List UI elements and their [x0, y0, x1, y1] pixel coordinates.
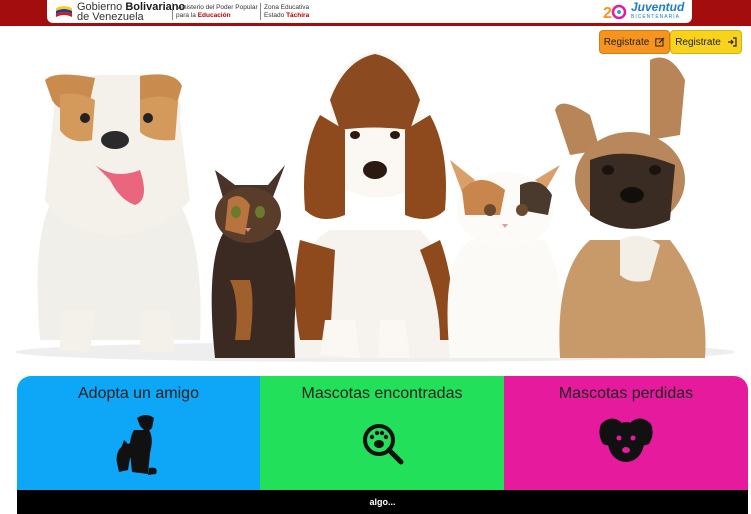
exotic-cat-figure	[447, 160, 563, 358]
sign-in-icon	[727, 37, 737, 47]
juventud-logo-text: Juventud	[631, 0, 685, 14]
bicentenaria-text: BICENTENARIA	[631, 14, 680, 20]
edit-icon	[655, 37, 665, 47]
sign-in-button[interactable]: Registrate	[670, 30, 742, 54]
zone-line1: Zona Educativa	[264, 4, 310, 11]
ministry-line2: para la Educación	[176, 12, 231, 19]
divider	[172, 3, 173, 20]
category-panels: Adopta un amigo Mascotas encontradas Mas…	[17, 376, 748, 514]
divider	[260, 3, 261, 20]
basset-hound-figure	[294, 52, 455, 358]
register-button-label: Registrate	[603, 36, 650, 48]
gov-name-line2: de Venezuela	[77, 11, 144, 23]
venezuela-flag-icon	[56, 6, 72, 17]
dog-cat-icon	[116, 415, 157, 475]
found-pets-panel-title: Mascotas encontradas	[301, 385, 463, 402]
bulldog-figure	[37, 74, 201, 352]
lost-pets-panel[interactable]: Mascotas perdidas	[504, 376, 748, 490]
lost-pets-panel-title: Mascotas perdidas	[558, 385, 694, 402]
kitten-figure	[211, 165, 299, 358]
adopt-panel-title: Adopta un amigo	[78, 385, 199, 402]
french-bulldog-figure	[555, 57, 706, 358]
pets-hero-image	[15, 52, 735, 362]
dog-face-icon	[599, 418, 653, 466]
zone-line2: Estado Táchira	[264, 12, 310, 19]
footer-bar: algo...	[17, 490, 748, 514]
svg-text:2: 2	[603, 5, 612, 22]
paw-search-icon	[363, 424, 404, 465]
register-button[interactable]: Registrate	[599, 30, 670, 54]
ministry-line1: Ministerio del Poder Popular	[176, 4, 258, 11]
sign-in-button-label: Registrate	[675, 36, 721, 48]
government-banner: Gobierno Bolivariano de Venezuela Minist…	[47, 0, 692, 23]
found-pets-panel[interactable]: Mascotas encontradas	[260, 376, 504, 490]
bicentennial-logo-icon: 2	[603, 4, 627, 22]
adopt-panel[interactable]: Adopta un amigo	[17, 376, 260, 490]
